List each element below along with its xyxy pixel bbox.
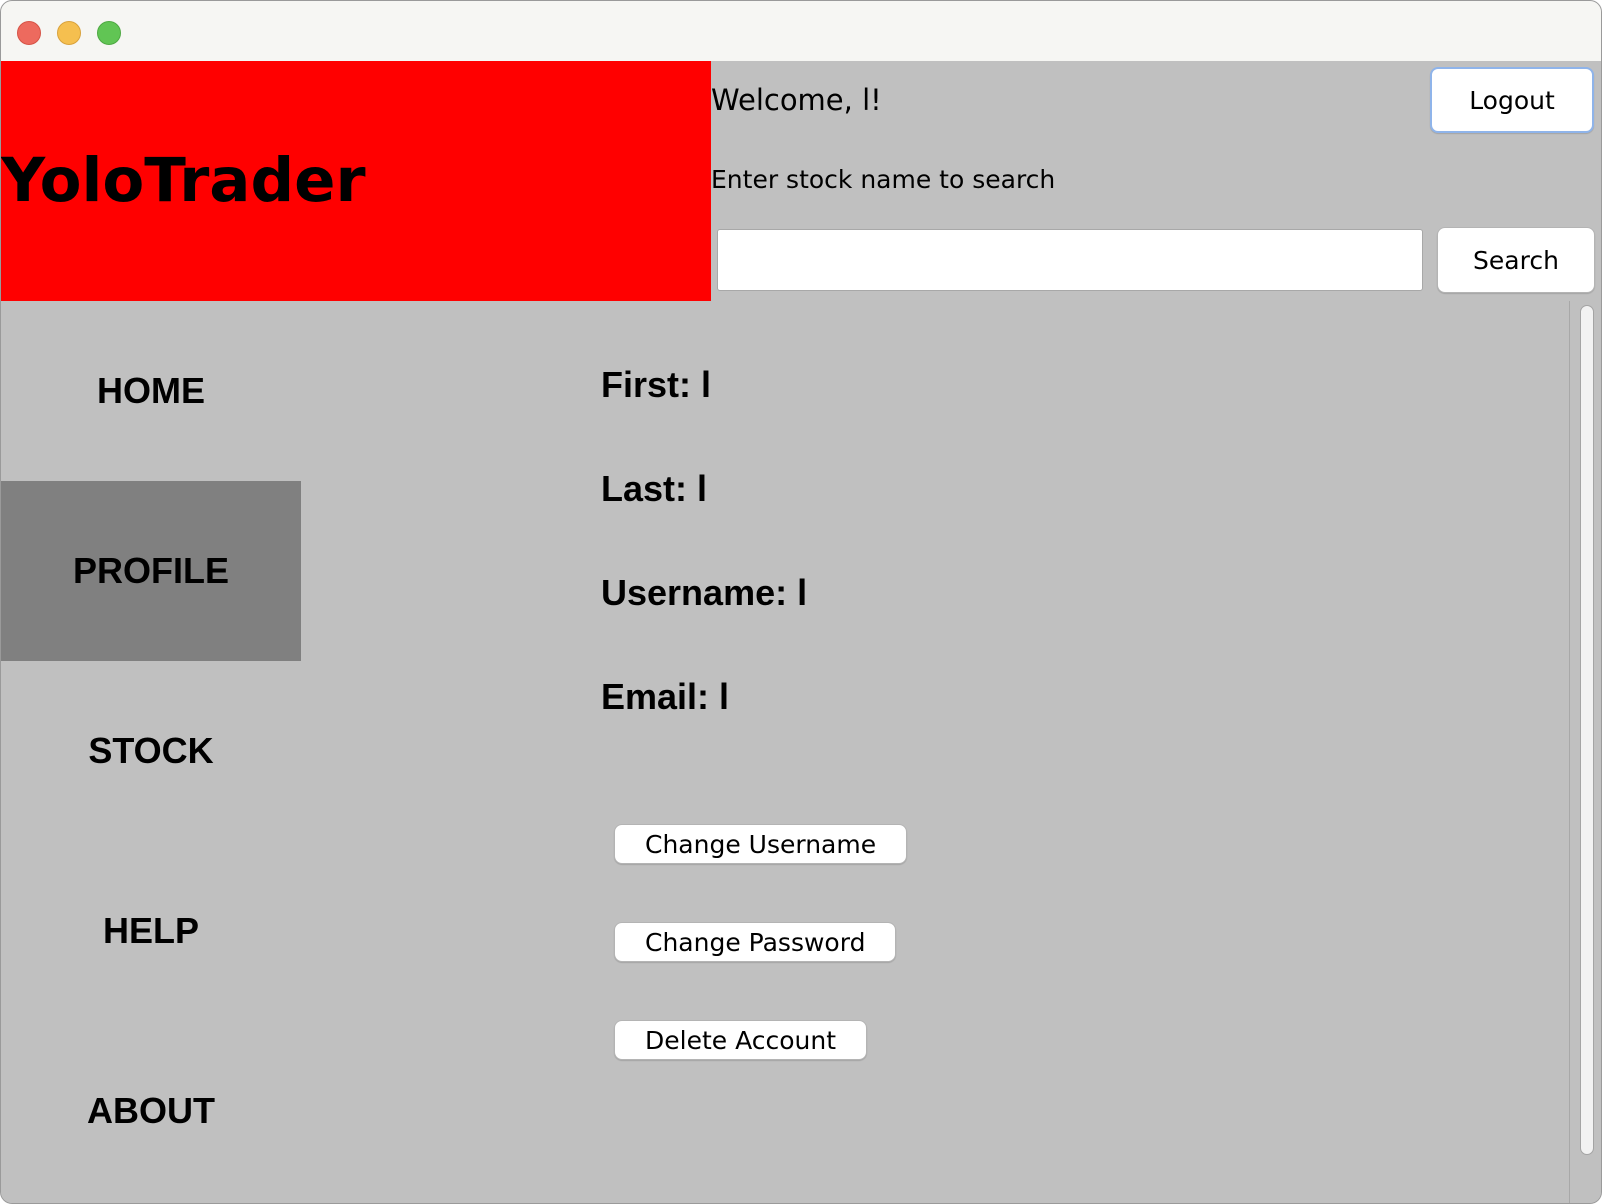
- scrollbar-thumb[interactable]: [1580, 305, 1594, 1155]
- welcome-message: Welcome, l!: [711, 83, 882, 117]
- search-button[interactable]: Search: [1437, 227, 1595, 293]
- sidebar-item-profile[interactable]: PROFILE: [1, 481, 301, 661]
- sidebar-item-about[interactable]: ABOUT: [1, 1021, 301, 1201]
- sidebar-item-help[interactable]: HELP: [1, 841, 301, 1021]
- logout-button[interactable]: Logout: [1430, 67, 1594, 133]
- minimize-window-icon[interactable]: [57, 21, 81, 45]
- change-password-button[interactable]: Change Password: [614, 922, 897, 962]
- stock-search-input[interactable]: [717, 229, 1423, 291]
- app-logo-title: YoloTrader: [1, 145, 366, 216]
- close-window-icon[interactable]: [17, 21, 41, 45]
- sidebar-item-stock[interactable]: STOCK: [1, 661, 301, 841]
- maximize-window-icon[interactable]: [97, 21, 121, 45]
- app-window: YoloTrader Welcome, l! Logout Enter stoc…: [0, 0, 1602, 1204]
- first-name-field: First: l: [601, 364, 712, 405]
- last-name-field: Last: l: [601, 468, 708, 509]
- title-bar[interactable]: [1, 1, 1601, 62]
- delete-account-button[interactable]: Delete Account: [614, 1020, 868, 1060]
- search-label: Enter stock name to search: [711, 165, 1056, 194]
- username-field: Username: l: [601, 572, 808, 613]
- sidebar-nav: HOME PROFILE STOCK HELP ABOUT: [1, 301, 301, 1203]
- vertical-scrollbar[interactable]: [1569, 301, 1601, 1203]
- profile-panel: First: l Last: l Username: l Email: l Ch…: [301, 301, 1569, 1203]
- email-field: Email: l: [601, 676, 730, 717]
- brand-banner: YoloTrader: [1, 61, 711, 301]
- sidebar-item-home[interactable]: HOME: [1, 301, 301, 481]
- header-panel: Welcome, l! Logout Enter stock name to s…: [711, 61, 1601, 301]
- change-username-button[interactable]: Change Username: [614, 824, 908, 864]
